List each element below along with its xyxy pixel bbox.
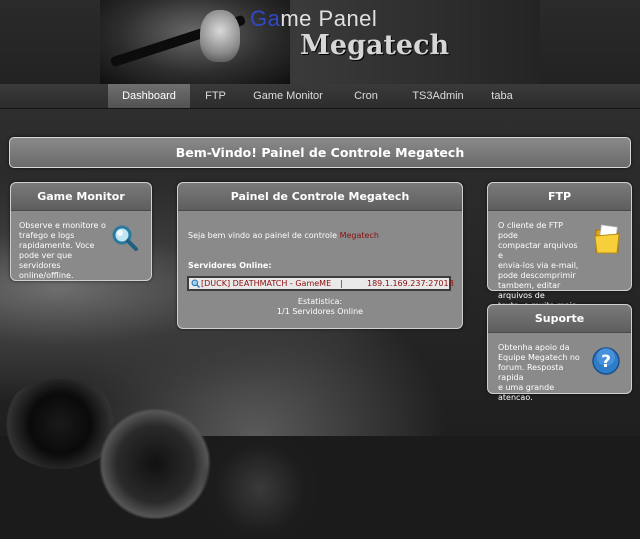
server-address: 189.1.169.237:27018 [367, 279, 454, 288]
site-header: Game Panel Megatech [0, 0, 640, 84]
magnifier-icon[interactable] [111, 224, 139, 252]
description-line: compactar arquivos e [498, 241, 578, 260]
background-gasmask-shape [190, 439, 330, 539]
ftp-description: O cliente de FTP pode compactar arquivos… [498, 221, 582, 311]
main-nav: Dashboard FTP Game Monitor Cron TS3Admin… [0, 84, 640, 109]
server-name: [DUCK] DEATHMATCH - GameME [201, 279, 332, 288]
servers-online-label: Servidores Online: [188, 261, 272, 270]
description-line: pode ver que [19, 251, 73, 260]
description-line: e uma grande atencao. [498, 383, 555, 402]
server-search-icon [191, 279, 200, 288]
game-monitor-panel: Game Monitor Observe e monitore o trafeg… [10, 182, 152, 281]
description-line: Obtenha apoio da [498, 343, 570, 352]
banner-title-accent: Ga [250, 6, 281, 31]
statistics-value: 1/1 Servidores Online [276, 307, 364, 316]
intro-brand-link[interactable]: Megatech [340, 231, 379, 240]
support-panel: Suporte Obtenha apoio da Equipe Megatech… [487, 304, 632, 402]
nav-item-dashboard[interactable]: Dashboard [108, 84, 190, 108]
game-monitor-description: Observe e monitore o trafego e logs rapi… [19, 221, 107, 281]
welcome-banner: Bem-Vindo! Painel de Controle Megatech [9, 137, 631, 168]
nav-item-ftp[interactable]: FTP [190, 84, 241, 108]
game-monitor-title[interactable]: Game Monitor [11, 183, 151, 211]
folder-icon[interactable] [592, 222, 622, 256]
description-line: servidores online/offline. [19, 261, 74, 280]
server-row[interactable]: [DUCK] DEATHMATCH - GameME | 189.1.169.2… [187, 276, 454, 291]
description-line: Equipe Megatech no [498, 353, 580, 362]
description-line: pode descomprimir [498, 271, 576, 280]
help-icon[interactable]: ? [592, 347, 620, 375]
description-line: envia-los via e-mail, [498, 261, 579, 270]
description-line: Observe e monitore o [19, 221, 106, 230]
description-line: forum. Resposta rapida [498, 363, 564, 382]
server-separator: | [340, 279, 343, 288]
description-line: O cliente de FTP pode [498, 221, 563, 240]
control-panel-intro: Seja bem vindo ao painel de controle Meg… [188, 231, 379, 241]
statistics-label: Estatistica: [297, 297, 343, 306]
control-panel-title: Painel de Controle Megatech [178, 183, 462, 211]
control-panel: Painel de Controle Megatech Seja bem vin… [177, 182, 463, 329]
nav-item-ts3admin[interactable]: TS3Admin [397, 84, 479, 108]
nav-item-game-monitor[interactable]: Game Monitor [241, 84, 335, 108]
banner-skull-mask-image [200, 10, 240, 62]
statistics: Estatistica: 1/1 Servidores Online [178, 297, 462, 317]
description-line: tambem, editar arquivos de [498, 281, 561, 300]
description-line: rapidamente. Voce [19, 241, 95, 250]
description-line: trafego e logs [19, 231, 75, 240]
intro-text: Seja bem vindo ao painel de controle [188, 231, 340, 240]
ftp-panel: FTP O cliente de FTP pode compactar arqu… [487, 182, 632, 310]
header-banner: Game Panel Megatech [100, 0, 540, 84]
ftp-title[interactable]: FTP [488, 183, 631, 211]
banner-title-megatech: Megatech [300, 30, 450, 61]
nav-item-taba[interactable]: taba [479, 84, 525, 108]
banner-title-game-panel: Game Panel [250, 6, 377, 32]
svg-text:?: ? [601, 352, 611, 372]
support-description: Obtenha apoio da Equipe Megatech no foru… [498, 343, 582, 403]
support-title[interactable]: Suporte [488, 305, 631, 333]
nav-item-cron[interactable]: Cron [335, 84, 397, 108]
banner-title-rest: me Panel [280, 6, 378, 31]
